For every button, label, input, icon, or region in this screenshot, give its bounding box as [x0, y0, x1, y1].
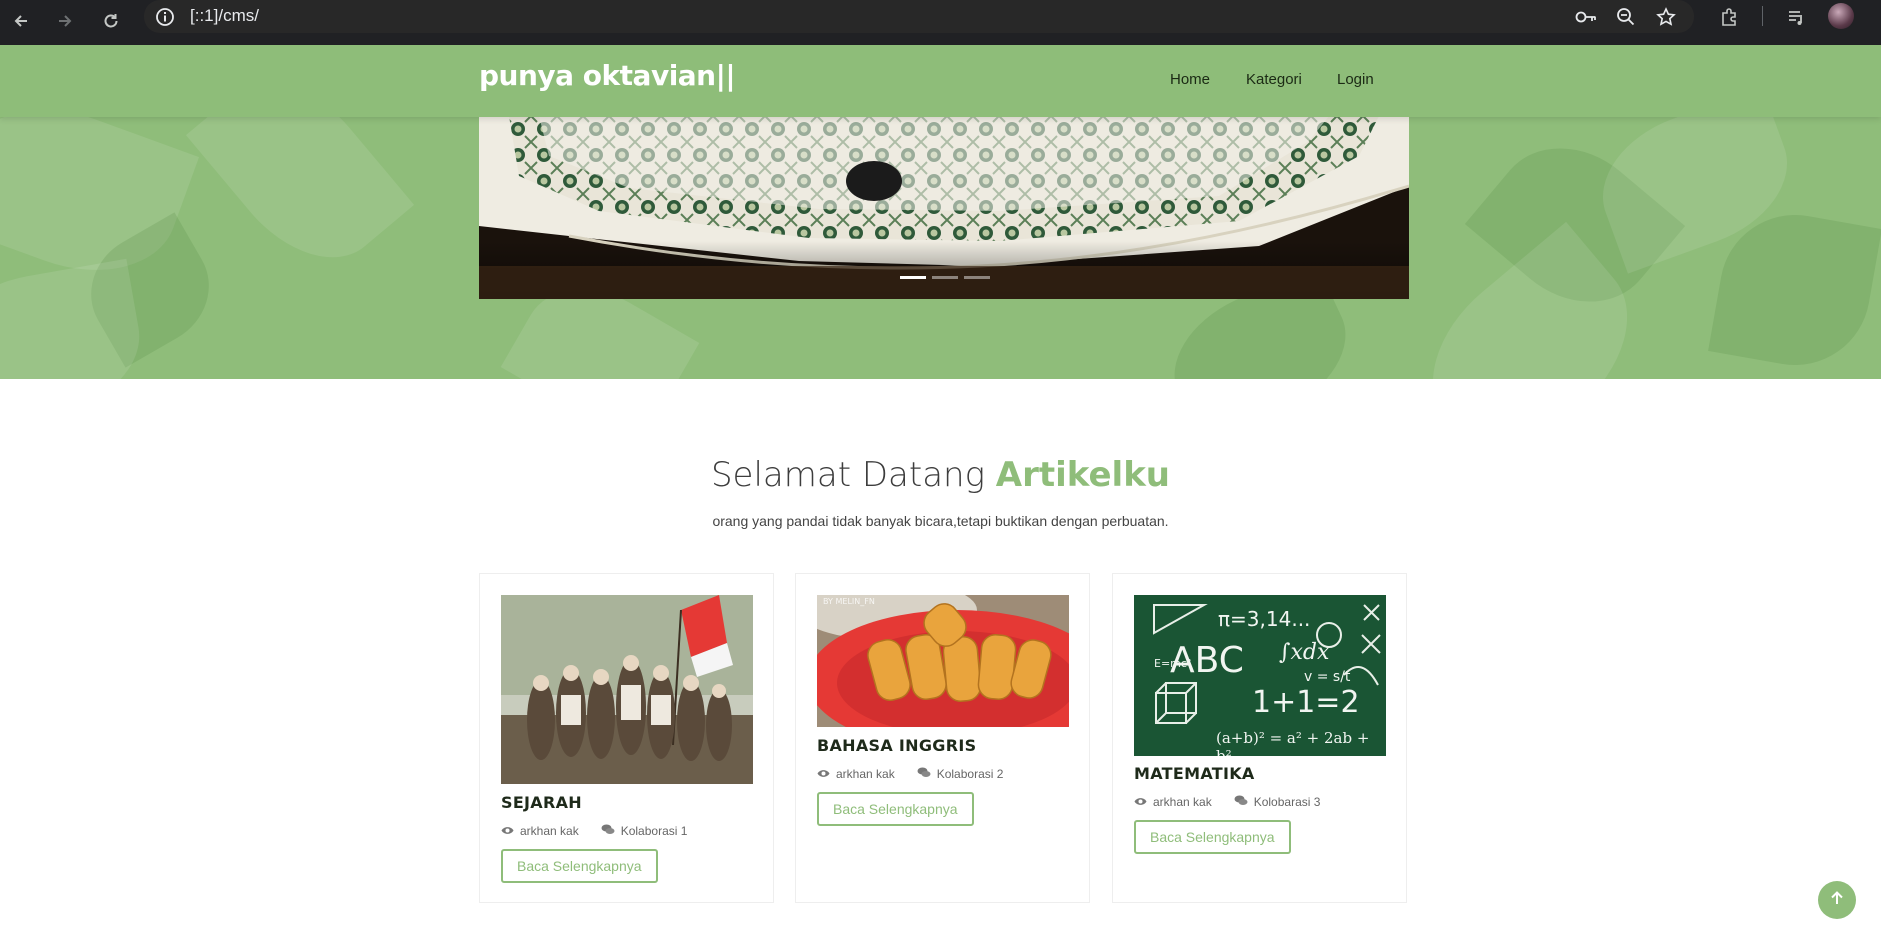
nav-home[interactable]: Home [1170, 71, 1210, 88]
toolbar-divider [1762, 6, 1763, 26]
nav-login[interactable]: Login [1337, 71, 1374, 88]
article-category: Kolaborasi 2 [936, 767, 1004, 781]
site-logo[interactable]: punya oktavian|| [479, 59, 736, 92]
profile-avatar[interactable] [1828, 3, 1854, 29]
article-category: Kolobarasi 3 [1253, 795, 1321, 809]
read-more-button[interactable]: Baca Selengkapnya [1134, 820, 1291, 854]
hero-carousel[interactable] [479, 116, 1409, 299]
welcome-heading-plain: Selamat Datang [710, 455, 996, 495]
article-image: π=3,14... ABC ∫xdx v = s/t E=mc² 1+1=2 (… [1134, 595, 1386, 756]
article-author: arkhan kak [1153, 795, 1212, 809]
article-title[interactable]: BAHASA INGGRIS [817, 736, 976, 755]
carousel-dot[interactable] [932, 276, 958, 279]
comments-icon [1234, 795, 1248, 809]
comments-icon [917, 767, 931, 781]
star-icon[interactable] [1651, 2, 1681, 32]
read-more-button[interactable]: Baca Selengkapnya [817, 792, 974, 826]
back-icon[interactable] [4, 4, 38, 38]
browser-toolbar: [::1]/cms/ [0, 0, 1881, 45]
leaf-decoration [0, 258, 151, 379]
arrow-up-icon [1829, 890, 1845, 910]
article-image: BY MELIN_FN [817, 595, 1069, 727]
article-title[interactable]: SEJARAH [501, 793, 582, 812]
forward-icon[interactable] [48, 4, 82, 38]
carousel-indicators [900, 276, 990, 279]
media-icon[interactable] [1781, 2, 1811, 32]
chalk-integral: ∫xdx [1279, 640, 1330, 665]
article-title[interactable]: MATEMATIKA [1134, 764, 1255, 783]
article-card: π=3,14... ABC ∫xdx v = s/t E=mc² 1+1=2 (… [1112, 573, 1407, 903]
article-image [501, 595, 753, 784]
url-text[interactable]: [::1]/cms/ [190, 6, 259, 26]
chalk-pi: π=3,14... [1218, 607, 1311, 631]
eye-icon [501, 824, 514, 838]
article-meta: arkhan kak Kolobarasi 3 [1134, 795, 1320, 809]
article-card: SEJARAH arkhan kak Kolaborasi 1 Baca Sel… [479, 573, 774, 903]
address-bar[interactable]: [::1]/cms/ [144, 0, 1694, 33]
extensions-icon[interactable] [1714, 2, 1744, 32]
chalk-velocity: v = s/t [1304, 669, 1351, 685]
chalk-energy: E=mc² [1154, 657, 1192, 670]
chalk-formula: (a+b)² = a² + 2ab + b² [1216, 729, 1370, 756]
article-meta: arkhan kak Kolaborasi 1 [501, 824, 687, 838]
welcome-heading: Selamat Datang Artikelku [0, 455, 1881, 495]
eye-icon [817, 767, 830, 781]
article-card: BY MELIN_FN BAHASA INGGRIS arkhan kak Ko… [795, 573, 1090, 903]
eye-icon [1134, 795, 1147, 809]
welcome-heading-accent: Artikelku [995, 455, 1171, 495]
site-navbar: punya oktavian|| Home Kategori Login [0, 45, 1881, 117]
image-caption: BY MELIN_FN [823, 597, 875, 606]
back-to-top-button[interactable] [1818, 881, 1856, 919]
hero-section: punya oktavian|| Home Kategori Login [0, 45, 1881, 379]
reload-icon[interactable] [94, 4, 128, 38]
article-meta: arkhan kak Kolaborasi 2 [817, 767, 1003, 781]
nav-kategori[interactable]: Kategori [1246, 71, 1302, 88]
read-more-button[interactable]: Baca Selengkapnya [501, 849, 658, 883]
article-author: arkhan kak [520, 824, 579, 838]
site-info-icon[interactable] [154, 6, 176, 28]
carousel-slide-image [479, 116, 1409, 299]
comments-icon [601, 824, 615, 838]
article-category: Kolaborasi 1 [620, 824, 688, 838]
chalk-sum: 1+1=2 [1252, 685, 1360, 720]
carousel-dot[interactable] [964, 276, 990, 279]
carousel-dot[interactable] [900, 276, 926, 279]
key-icon[interactable] [1571, 2, 1601, 32]
article-author: arkhan kak [836, 767, 895, 781]
welcome-subtitle: orang yang pandai tidak banyak bicara,te… [712, 513, 1169, 529]
zoom-icon[interactable] [1611, 2, 1641, 32]
